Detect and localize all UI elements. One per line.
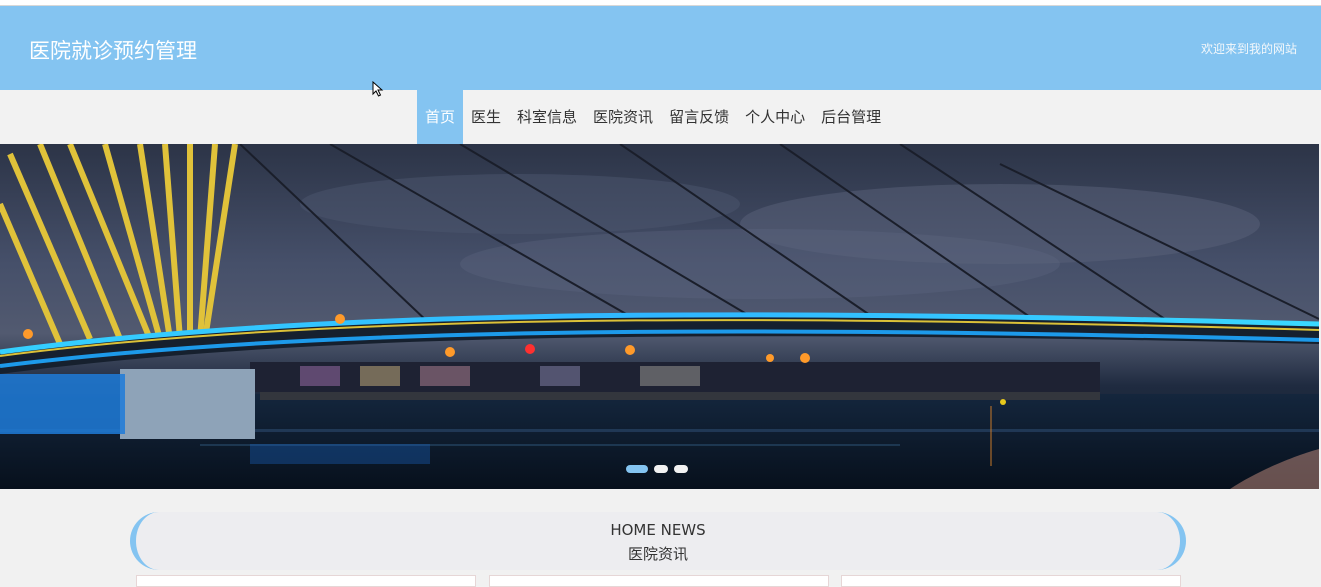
news-card[interactable] [489,575,829,587]
mouse-cursor-icon [372,81,384,97]
banner-image [0,144,1319,489]
news-title-cn: 医院资讯 [627,545,688,563]
nav-item-home[interactable]: 首页 [417,90,464,144]
nav-item-user-center[interactable]: 个人中心 [737,90,813,144]
main-nav: 首页 医生 科室信息 医院资讯 留言反馈 个人中心 后台管理 [0,90,1321,144]
carousel-dot-2[interactable] [654,465,668,473]
nav-item-feedback[interactable]: 留言反馈 [661,90,737,144]
nav-item-hospital-news[interactable]: 医院资讯 [585,90,661,144]
news-section-header: HOME NEWS 医院资讯 [130,512,1186,570]
nav-item-departments[interactable]: 科室信息 [509,90,585,144]
carousel-dot-1[interactable] [626,465,648,473]
carousel-dot-3[interactable] [674,465,688,473]
carousel-indicators [626,465,688,473]
welcome-text: 欢迎来到我的网站 [1200,42,1297,56]
banner-carousel[interactable] [0,144,1319,489]
nav-list: 首页 医生 科室信息 医院资讯 留言反馈 个人中心 后台管理 [417,90,889,144]
site-header: 医院就诊预约管理 欢迎来到我的网站 [0,6,1321,90]
news-card[interactable] [136,575,476,587]
news-title-en: HOME NEWS [610,521,706,539]
nav-item-doctors[interactable]: 医生 [463,90,509,144]
nav-item-admin[interactable]: 后台管理 [813,90,889,144]
site-title: 医院就诊预约管理 [29,39,197,63]
news-card[interactable] [841,575,1181,587]
